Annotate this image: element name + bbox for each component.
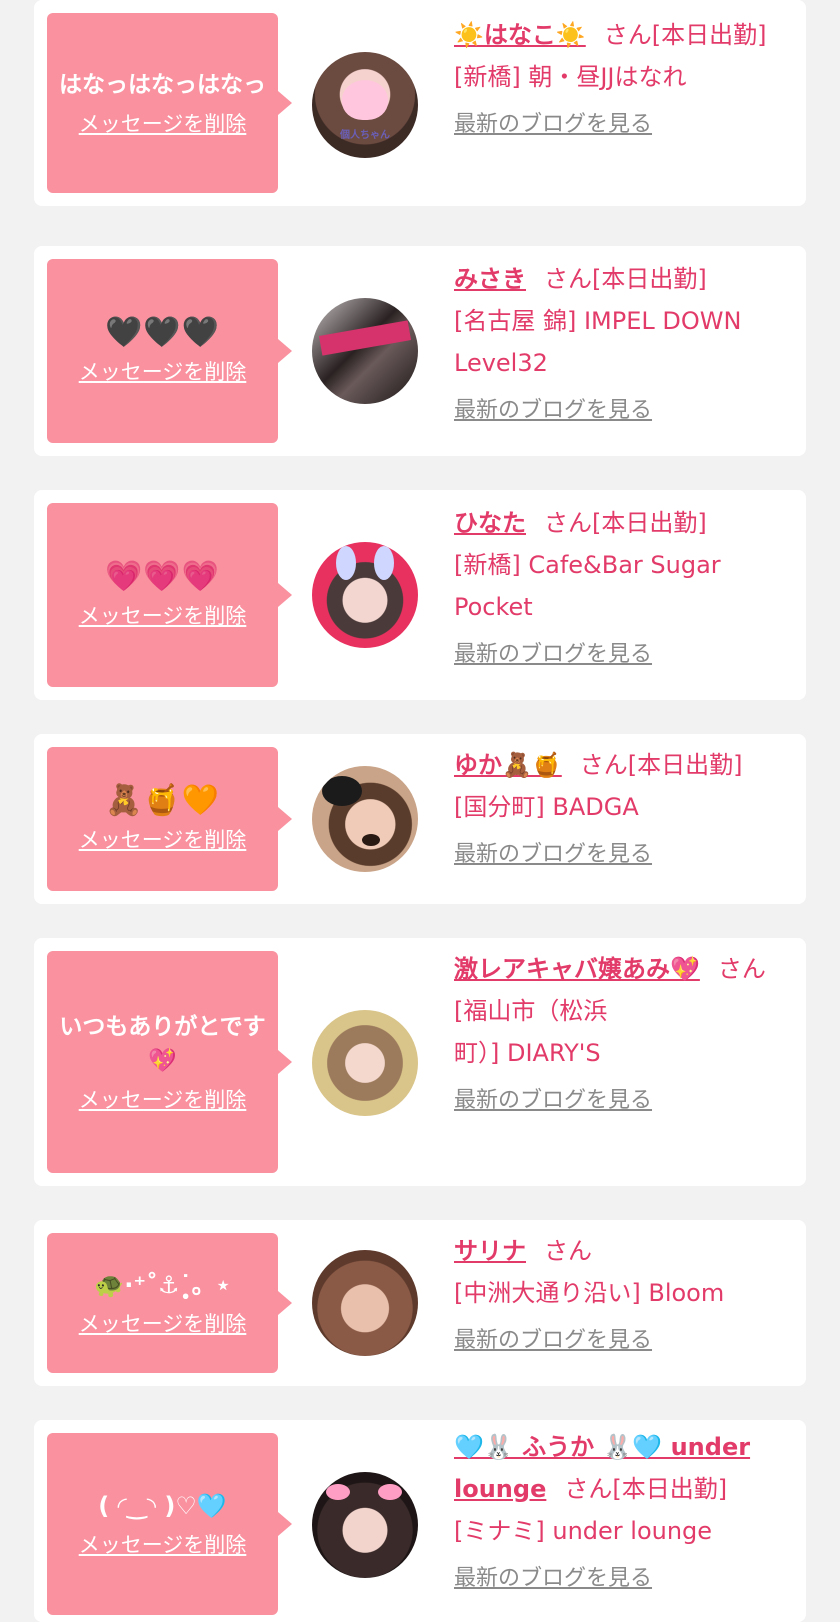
entry-info: サリナ さん [中洲大通り沿い] Bloom 最新のブログを見る bbox=[454, 1230, 784, 1362]
message-text: 🐢·⁺˚⚓︎˙̩̥。⋆ bbox=[94, 1271, 231, 1299]
girl-name-link[interactable]: ゆか🧸🍯 bbox=[454, 751, 562, 779]
avatar[interactable] bbox=[312, 298, 418, 404]
shop-text: [新橋] 朝・昼JJはなれ bbox=[454, 63, 687, 91]
honorific: さん bbox=[579, 751, 628, 779]
honorific: さん bbox=[544, 509, 592, 537]
entry-info: ひなた さん[本日出勤] [新橋] Cafe&Bar Sugar Pocket 最… bbox=[454, 502, 784, 676]
honorific: さん bbox=[544, 265, 592, 293]
status-text: [本日出勤] bbox=[592, 265, 707, 293]
delete-message-link[interactable]: メッセージを削除 bbox=[79, 1308, 247, 1338]
message-bubble: いつもありがとです💖 メッセージを削除 bbox=[47, 951, 292, 1173]
delete-message-link[interactable]: メッセージを削除 bbox=[79, 824, 247, 854]
girl-name-link[interactable]: みさき bbox=[454, 265, 526, 293]
blog-link[interactable]: 最新のブログを見る bbox=[454, 1558, 652, 1600]
blog-link[interactable]: 最新のブログを見る bbox=[454, 1080, 652, 1122]
favorites-list: はなっはなっはなっ メッセージを削除 個人ちゃん ☀️はなこ☀️ さん[本日出勤]… bbox=[0, 0, 840, 1622]
avatar[interactable] bbox=[312, 766, 418, 872]
message-bubble: はなっはなっはなっ メッセージを削除 bbox=[47, 13, 292, 193]
message-bubble: 🖤🖤🖤 メッセージを削除 bbox=[47, 259, 292, 443]
message-bubble: 🧸🍯🧡 メッセージを削除 bbox=[47, 747, 292, 891]
banner-shape bbox=[318, 320, 412, 356]
delete-message-link[interactable]: メッセージを削除 bbox=[79, 1084, 247, 1114]
entry-info: みさき さん[本日出勤] [名古屋 錦] IMPEL DOWN Level32 最… bbox=[454, 258, 784, 432]
message-text: はなっはなっはなっ bbox=[59, 72, 266, 98]
message-bubble: 💗💗💗 メッセージを削除 bbox=[47, 503, 292, 687]
shop-text: [新橋] Cafe&Bar Sugar Pocket bbox=[454, 551, 721, 621]
list-item: 🖤🖤🖤 メッセージを削除 みさき さん[本日出勤] [名古屋 錦] IMPEL D… bbox=[34, 246, 806, 456]
status-text: [本日出勤] bbox=[651, 21, 767, 49]
shop-text: [国分町] BADGA bbox=[454, 793, 639, 821]
bunny-ear-shape bbox=[336, 546, 356, 580]
blog-link[interactable]: 最新のブログを見る bbox=[454, 834, 652, 876]
honorific: さん bbox=[603, 21, 652, 49]
bow-shape bbox=[378, 1484, 402, 1500]
delete-message-link[interactable]: メッセージを削除 bbox=[79, 108, 247, 138]
avatar[interactable] bbox=[312, 1250, 418, 1356]
shop-text: [名古屋 錦] IMPEL DOWN Level32 bbox=[454, 307, 742, 377]
honorific: さん bbox=[564, 1475, 613, 1503]
shop-text: [福山市（松浜町）] DIARY'S bbox=[454, 997, 608, 1067]
message-text: いつもありがとです💖 bbox=[59, 1014, 266, 1074]
list-item: 💗💗💗 メッセージを削除 ひなた さん[本日出勤] [新橋] Cafe&Bar S… bbox=[34, 490, 806, 700]
honorific: さん bbox=[544, 1237, 592, 1265]
delete-message-link[interactable]: メッセージを削除 bbox=[79, 356, 247, 386]
blog-link[interactable]: 最新のブログを見る bbox=[454, 634, 652, 676]
status-text: [本日出勤] bbox=[592, 509, 707, 537]
message-text: 🧸🍯🧡 bbox=[104, 783, 221, 818]
message-text: ( ◜‿◝ )♡🩵 bbox=[98, 1492, 227, 1520]
entry-info: 🩵🐰 ふうか 🐰🩵 under lounge さん[本日出勤] [ミナミ] und… bbox=[454, 1426, 794, 1600]
status-text: [本日出勤] bbox=[612, 1475, 728, 1503]
list-item: 🐢·⁺˚⚓︎˙̩̥。⋆ メッセージを削除 サリナ さん [中洲大通り沿い] Blo… bbox=[34, 1220, 806, 1386]
message-text: 🖤🖤🖤 bbox=[104, 315, 221, 350]
honorific: さん bbox=[717, 955, 766, 983]
avatar[interactable]: 個人ちゃん bbox=[312, 52, 418, 158]
dog-ear-shape bbox=[322, 776, 362, 806]
delete-message-link[interactable]: メッセージを削除 bbox=[79, 1529, 247, 1559]
blog-link[interactable]: 最新のブログを見る bbox=[454, 104, 652, 146]
delete-message-link[interactable]: メッセージを削除 bbox=[79, 600, 247, 630]
message-bubble: ( ◜‿◝ )♡🩵 メッセージを削除 bbox=[47, 1433, 292, 1615]
avatar-caption: 個人ちゃん bbox=[340, 130, 390, 141]
message-bubble: 🐢·⁺˚⚓︎˙̩̥。⋆ メッセージを削除 bbox=[47, 1233, 292, 1373]
shop-text: [中洲大通り沿い] Bloom bbox=[454, 1279, 725, 1307]
girl-name-link[interactable]: サリナ bbox=[454, 1237, 526, 1265]
girl-name-link[interactable]: 激レアキャバ嬢あみ💖 bbox=[454, 955, 700, 983]
entry-info: ☀️はなこ☀️ さん[本日出勤] [新橋] 朝・昼JJはなれ 最新のブログを見る bbox=[454, 14, 784, 146]
girl-name-link[interactable]: ☀️はなこ☀️ bbox=[454, 21, 586, 49]
entry-info: ゆか🧸🍯 さん[本日出勤] [国分町] BADGA 最新のブログを見る bbox=[454, 744, 784, 876]
shop-text: [ミナミ] under lounge bbox=[454, 1517, 713, 1545]
heart-icon bbox=[342, 80, 388, 120]
list-item: はなっはなっはなっ メッセージを削除 個人ちゃん ☀️はなこ☀️ さん[本日出勤]… bbox=[34, 0, 806, 206]
message-text: 💗💗💗 bbox=[104, 559, 221, 594]
list-item: 🧸🍯🧡 メッセージを削除 ゆか🧸🍯 さん[本日出勤] [国分町] BADGA 最新… bbox=[34, 734, 806, 904]
blog-link[interactable]: 最新のブログを見る bbox=[454, 390, 652, 432]
dog-nose-shape bbox=[362, 834, 380, 846]
blog-link[interactable]: 最新のブログを見る bbox=[454, 1320, 652, 1362]
entry-info: 激レアキャバ嬢あみ💖 さん [福山市（松浜町）] DIARY'S 最新のブログを見… bbox=[454, 948, 794, 1122]
list-item: いつもありがとです💖 メッセージを削除 激レアキャバ嬢あみ💖 さん [福山市（松浜… bbox=[34, 938, 806, 1186]
bow-shape bbox=[326, 1484, 350, 1500]
girl-name-link[interactable]: ひなた bbox=[454, 509, 526, 537]
list-item: ( ◜‿◝ )♡🩵 メッセージを削除 🩵🐰 ふうか 🐰🩵 under loung… bbox=[34, 1420, 806, 1622]
avatar[interactable] bbox=[312, 1010, 418, 1116]
avatar[interactable] bbox=[312, 542, 418, 648]
avatar[interactable] bbox=[312, 1472, 418, 1578]
status-text: [本日出勤] bbox=[627, 751, 743, 779]
bunny-ear-shape bbox=[374, 546, 394, 580]
